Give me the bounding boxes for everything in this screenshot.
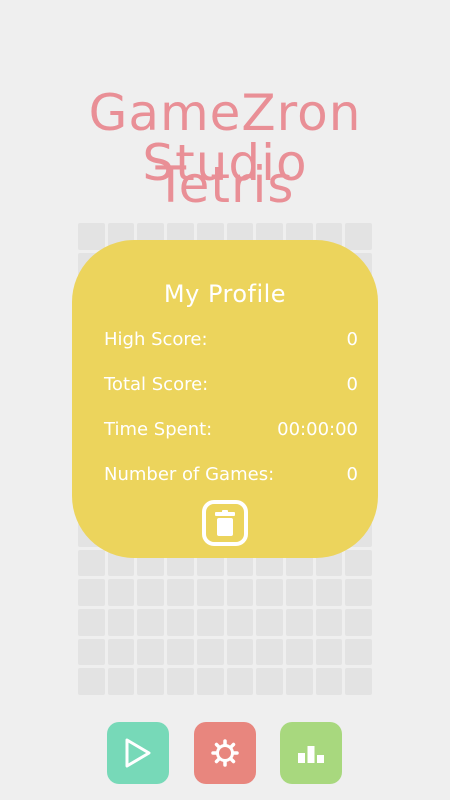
board-cell [285, 608, 313, 636]
board-cell [78, 549, 105, 577]
board-cell [345, 668, 372, 695]
board-cell [196, 608, 224, 636]
stat-row-total-score: Total Score: 0 [104, 374, 358, 395]
profile-heading: My Profile [163, 280, 287, 308]
stat-row-number-of-games: Number of Games: 0 [104, 464, 358, 485]
stat-row-high-score: High Score: 0 [104, 329, 358, 350]
board-cell [107, 668, 135, 695]
board-cell [167, 579, 194, 606]
board-cell [137, 579, 165, 606]
stat-label: Time Spent: [104, 419, 213, 440]
stat-value: 0 [346, 329, 358, 350]
stats-button[interactable] [280, 722, 342, 784]
app-title-game: Tetris [155, 156, 295, 214]
stat-value: 0 [346, 374, 358, 395]
play-button[interactable] [107, 722, 169, 784]
board-cell [107, 638, 135, 666]
stat-label: Total Score: [104, 374, 209, 395]
board-cell [256, 608, 283, 636]
board-cell [345, 223, 372, 250]
board-cell [167, 608, 194, 636]
board-cell [167, 638, 194, 666]
board-cell [226, 668, 254, 695]
board-cell [226, 638, 254, 666]
board-cell [167, 668, 194, 695]
stat-value: 0 [346, 464, 358, 485]
stat-label: High Score: [104, 329, 208, 350]
stat-row-time-spent: Time Spent: 00:00:00 [104, 419, 358, 440]
board-cell [78, 608, 105, 636]
board-cell [345, 608, 372, 636]
board-cell [285, 668, 313, 695]
board-cell [256, 638, 283, 666]
board-cell [196, 668, 224, 695]
board-cell [78, 223, 105, 250]
settings-button[interactable] [194, 722, 256, 784]
board-cell [315, 638, 343, 666]
board-cell [137, 608, 165, 636]
board-cell [315, 608, 343, 636]
board-cell [226, 608, 254, 636]
trash-icon [215, 510, 235, 536]
board-cell [285, 579, 313, 606]
stat-value: 00:00:00 [277, 419, 358, 440]
board-cell [78, 638, 105, 666]
board-cell [226, 579, 254, 606]
board-cell [345, 579, 372, 606]
delete-profile-button[interactable] [202, 500, 248, 546]
board-cell [78, 668, 105, 695]
board-cell [345, 638, 372, 666]
board-cell [345, 549, 372, 577]
stat-label: Number of Games: [104, 464, 275, 485]
board-cell [196, 579, 224, 606]
bar-chart-icon [298, 746, 324, 763]
board-cell [137, 638, 165, 666]
board-cell [256, 668, 283, 695]
board-cell [78, 579, 105, 606]
board-cell [107, 608, 135, 636]
profile-panel: My Profile High Score: 0 Total Score: 0 … [72, 240, 378, 558]
play-icon [125, 738, 151, 768]
board-cell [285, 638, 313, 666]
board-cell [315, 668, 343, 695]
gear-icon [211, 739, 239, 767]
board-cell [256, 579, 283, 606]
board-cell [315, 579, 343, 606]
board-cell [137, 668, 165, 695]
board-cell [107, 579, 135, 606]
board-cell [196, 638, 224, 666]
